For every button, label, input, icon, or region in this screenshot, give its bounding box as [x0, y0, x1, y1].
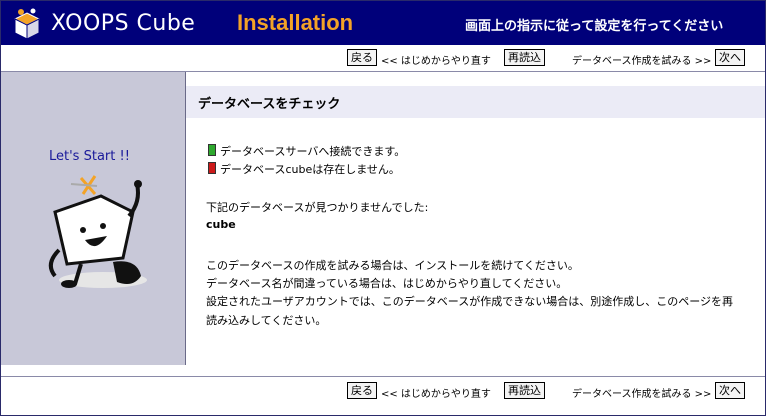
footer-spacer [1, 365, 765, 376]
cube-mascot-icon [48, 175, 147, 288]
status-connect: データベースサーバへ接続できます。 [208, 143, 405, 159]
header-banner: XOOPS Cube Installation 画面上の指示に従って設定を行って… [1, 1, 765, 45]
status-database-text: データベースcubeは存在しません。 [220, 163, 400, 176]
top-nav-bar: 戻る << はじめからやり直す 再読込 データベース作成を試みる >> 次へ [1, 45, 765, 72]
reload-button[interactable]: 再読込 [504, 49, 545, 66]
next-step-text: データベース作成を試みる >> [572, 56, 712, 67]
header-instruction: 画面上の指示に従って設定を行ってください [465, 19, 724, 34]
page-title: データベースをチェック [198, 97, 341, 112]
next-button[interactable]: 次へ [715, 49, 745, 66]
installation-title: Installation [237, 10, 354, 35]
sidebar: Let's Start !! [1, 72, 186, 365]
database-name: cube [206, 218, 236, 231]
installer-window: XOOPS Cube Installation 画面上の指示に従って設定を行って… [0, 0, 766, 416]
back-button-bottom[interactable]: 戻る [347, 382, 377, 399]
restart-link-bottom[interactable]: << はじめからやり直す [381, 385, 491, 400]
info-line-3: 設定されたユーザアカウントでは、このデータベースが作成できない場合は、別途作成し… [206, 295, 734, 308]
restart-link[interactable]: << はじめからやり直す [381, 52, 491, 67]
error-indicator-icon [208, 162, 216, 174]
lets-start-text: Let's Start !! [49, 149, 130, 164]
back-button[interactable]: 戻る [347, 49, 377, 66]
brand-name: XOOPS Cube [51, 11, 196, 36]
main-content: データベースをチェック データベースサーバへ接続できます。 データベースcube… [186, 72, 765, 365]
info-line-2: データベース名が間違っている場合は、はじめからやり直してください。 [206, 277, 568, 290]
next-button-bottom[interactable]: 次へ [715, 382, 745, 399]
not-found-text: 下記のデータベースが見つかりませんでした: [206, 201, 429, 214]
status-database: データベースcubeは存在しません。 [208, 161, 400, 177]
bottom-nav-bar: 戻る << はじめからやり直す 再読込 データベース作成を試みる >> 次へ [1, 376, 765, 415]
reload-button-bottom[interactable]: 再読込 [504, 382, 545, 399]
cube-logo-icon [13, 8, 41, 40]
info-line-4: 読み込みしてください。 [206, 314, 327, 327]
success-indicator-icon [208, 144, 216, 156]
title-bar: データベースをチェック [186, 86, 765, 118]
info-line-1: このデータベースの作成を試みる場合は、インストールを続けてください。 [206, 259, 579, 272]
status-connect-text: データベースサーバへ接続できます。 [220, 145, 406, 158]
next-step-text-bottom: データベース作成を試みる >> [572, 389, 712, 400]
